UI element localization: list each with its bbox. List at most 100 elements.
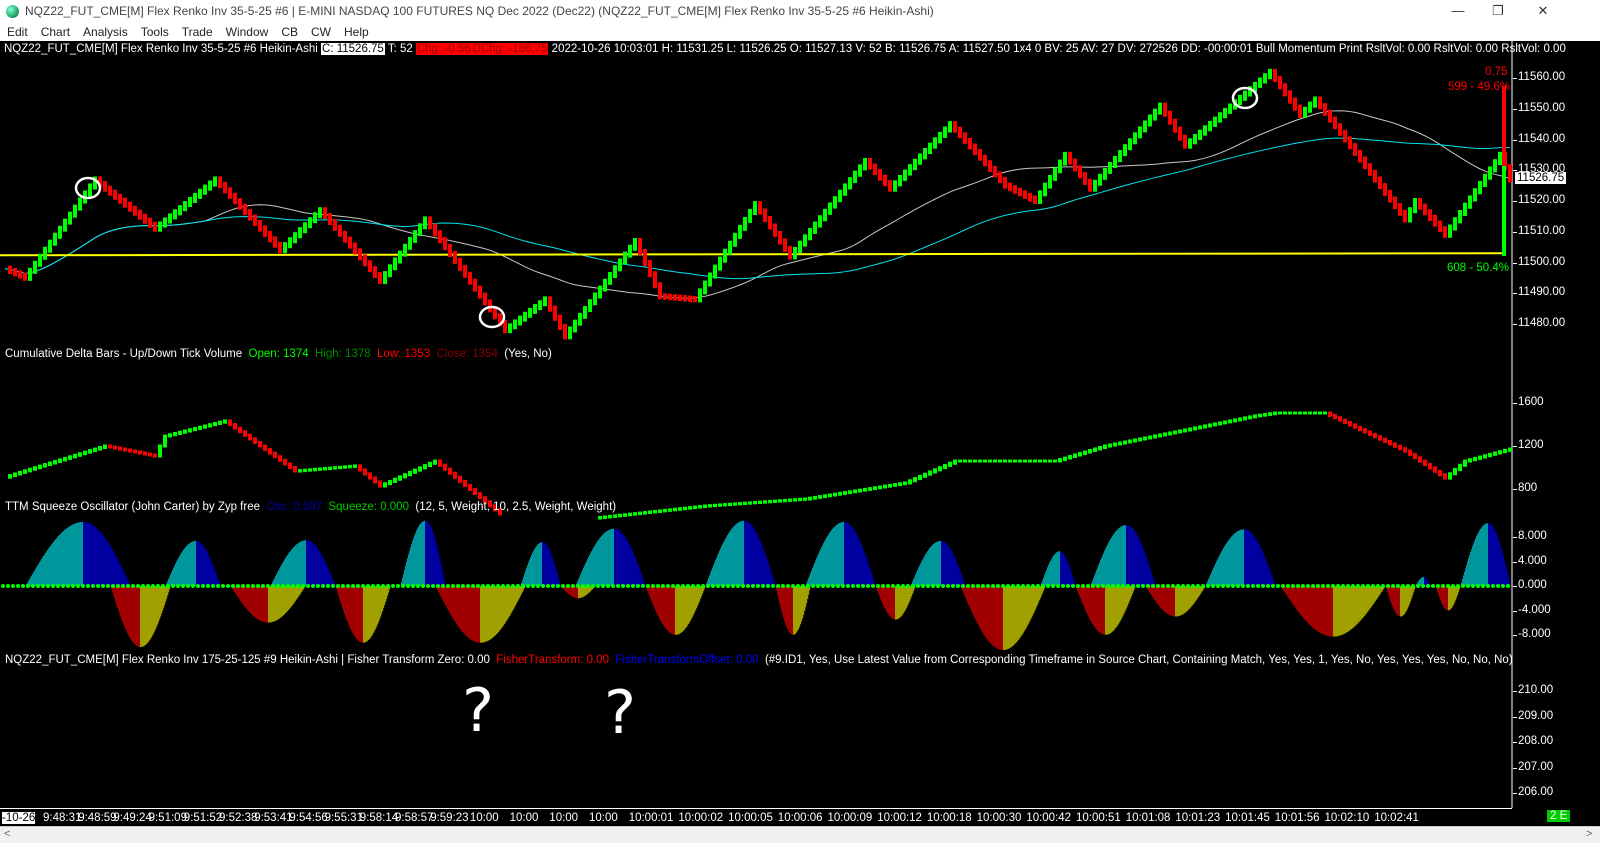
renko-bar xyxy=(43,246,47,260)
squeeze-dot xyxy=(1441,584,1445,588)
renko-bar xyxy=(608,272,612,285)
squeeze-dot xyxy=(91,584,95,588)
renko-bar xyxy=(18,270,22,279)
renko-bar xyxy=(1293,97,1297,111)
squeeze-dot xyxy=(796,584,800,588)
renko-bar xyxy=(543,296,547,307)
chart-area[interactable]: ?? NQZ22_FUT_CME[M] Flex Renko Inv 35-5-… xyxy=(0,41,1600,826)
menu-window[interactable]: Window xyxy=(226,25,269,39)
squeeze-dot xyxy=(706,584,710,588)
renko-bar xyxy=(443,237,447,251)
renko-bar xyxy=(338,224,342,237)
renko-bar xyxy=(1113,156,1117,168)
squeeze-dot xyxy=(301,584,305,588)
renko-bar xyxy=(138,209,142,220)
delta-bar xyxy=(1413,452,1417,460)
renko-bar xyxy=(823,208,827,222)
menu-cb[interactable]: CB xyxy=(281,25,298,39)
scroll-right-icon[interactable]: > xyxy=(1586,828,1592,840)
price-axis-label: 11530.00 xyxy=(1512,163,1566,176)
delta-bar xyxy=(1303,411,1307,415)
squeeze-dot xyxy=(231,584,235,588)
renko-bar xyxy=(163,217,167,228)
time-axis[interactable]: -10-26 9:48:31 9:48:59 9:49:24 9:51:09 9:51:5… xyxy=(0,808,1512,826)
menu-cw[interactable]: CW xyxy=(311,25,331,39)
restore-button[interactable]: ❐ xyxy=(1475,0,1521,22)
delta-bar xyxy=(1108,443,1112,448)
close-button[interactable]: ✕ xyxy=(1520,0,1566,22)
squeeze-dot xyxy=(1381,584,1385,588)
renko-bar xyxy=(983,154,987,167)
squeeze-dot xyxy=(276,584,280,588)
menu-chart[interactable]: Chart xyxy=(41,25,70,39)
squeeze-dot xyxy=(876,584,880,588)
squeeze-dot xyxy=(96,584,100,588)
renko-bar xyxy=(243,203,247,216)
delta-bar xyxy=(883,484,887,489)
renko-bar xyxy=(1148,114,1152,127)
renko-bar xyxy=(873,163,877,176)
menu-edit[interactable]: Edit xyxy=(7,25,28,39)
price-axis-label: 11550.00 xyxy=(1512,101,1566,114)
scroll-left-icon[interactable]: < xyxy=(4,828,10,840)
renko-bar xyxy=(483,292,487,306)
delta-bar xyxy=(278,455,282,462)
delta-bar xyxy=(153,453,157,458)
squeeze-dot xyxy=(991,584,995,588)
delta-bar xyxy=(283,458,287,466)
squeeze-dot xyxy=(1401,584,1405,588)
delta-bar xyxy=(978,459,982,463)
window-title: NQZ22_FUT_CME[M] Flex Renko Inv 35-5-25 … xyxy=(25,4,934,18)
time-axis-label: 9:55:31 xyxy=(324,812,363,824)
squeeze-dot xyxy=(971,584,975,588)
delta-bar xyxy=(898,482,902,487)
time-axis-label: 9:58:57 xyxy=(395,812,434,824)
menu-analysis[interactable]: Analysis xyxy=(83,25,128,39)
renko-bar xyxy=(1333,116,1337,130)
squeeze-dot xyxy=(1336,584,1340,588)
delta-bar xyxy=(903,481,907,486)
renko-bar xyxy=(1353,143,1357,156)
delta-bar xyxy=(178,430,182,435)
menu-tools[interactable]: Tools xyxy=(141,25,169,39)
renko-bar xyxy=(1423,203,1427,216)
renko-bar xyxy=(648,260,652,278)
renko-bar xyxy=(1383,183,1387,196)
squeeze-dot xyxy=(1071,584,1075,588)
renko-bar xyxy=(613,265,617,279)
delta-bar xyxy=(958,459,962,463)
delta-bar xyxy=(1083,450,1087,456)
delta-bar xyxy=(188,428,192,433)
delta-bar xyxy=(1318,411,1322,415)
renko-bar xyxy=(573,319,577,333)
menu-help[interactable]: Help xyxy=(344,25,369,39)
renko-bar xyxy=(978,149,982,161)
squeeze-dot xyxy=(1186,584,1190,588)
renko-bar xyxy=(233,192,237,205)
squeeze-dot xyxy=(1231,584,1235,588)
renko-bar xyxy=(588,299,592,313)
squeeze-dot xyxy=(121,584,125,588)
renko-bar xyxy=(1128,138,1132,151)
renko-bar xyxy=(238,198,242,210)
horizontal-scrollbar[interactable]: < > xyxy=(0,826,1600,843)
delta-bar xyxy=(1233,418,1237,423)
menu-trade[interactable]: Trade xyxy=(182,25,213,39)
squeeze-dot xyxy=(541,584,545,588)
squeeze-dot xyxy=(531,584,535,588)
renko-bar xyxy=(1288,90,1292,104)
squeeze-dot xyxy=(366,584,370,588)
squeeze-dot xyxy=(1246,584,1250,588)
tick-size-label: 0.75 xyxy=(1485,66,1508,78)
time-axis-label: 10:00:01 xyxy=(628,812,674,824)
renko-bar xyxy=(263,225,267,237)
squeeze-dot xyxy=(766,584,770,588)
squeeze-dot xyxy=(1101,584,1105,588)
delta-bar xyxy=(773,499,777,503)
chart-canvas[interactable]: ?? xyxy=(0,41,1600,826)
delta-bar xyxy=(688,506,692,510)
squeeze-dot xyxy=(806,584,810,588)
delta-bar xyxy=(1248,415,1252,420)
delta-bar xyxy=(1053,459,1057,463)
squeeze-dot xyxy=(166,584,170,588)
